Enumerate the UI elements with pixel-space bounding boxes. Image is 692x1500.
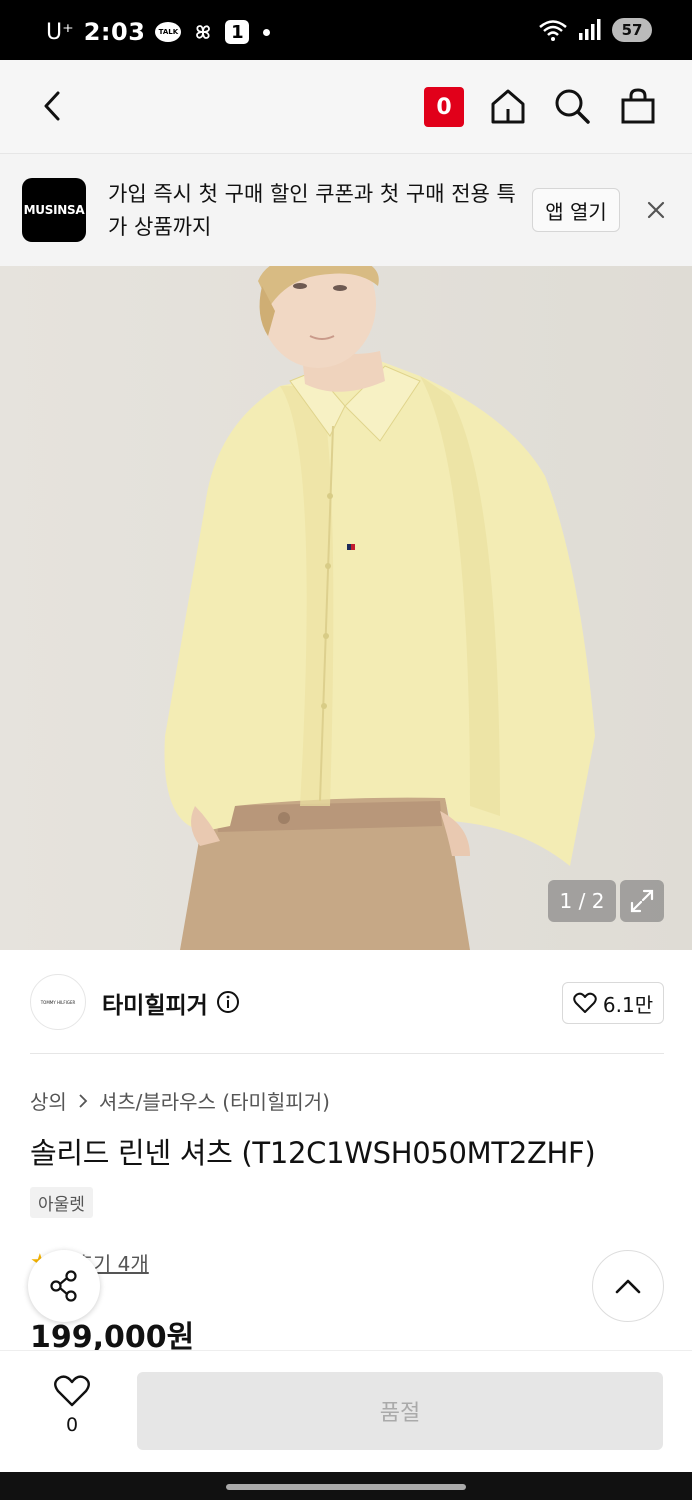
signal-icon — [579, 19, 601, 40]
brand-like-button[interactable]: 6.1만 — [562, 982, 664, 1024]
brand-name[interactable]: 타미힐피거 — [102, 986, 208, 1020]
expand-icon — [630, 889, 654, 913]
bag-icon — [621, 88, 655, 124]
brand-info-button[interactable] — [216, 990, 240, 1018]
sold-out-button[interactable]: 품절 — [137, 1372, 663, 1450]
share-button[interactable] — [28, 1250, 100, 1322]
model-photo — [0, 266, 692, 950]
breadcrumb-category[interactable]: 상의 — [30, 1086, 67, 1115]
back-icon — [44, 91, 60, 121]
kakaotalk-icon: TALK — [155, 22, 182, 42]
search-icon — [555, 89, 590, 124]
home-gesture-handle[interactable] — [226, 1484, 466, 1490]
notification-badge: 1 — [225, 20, 250, 44]
image-counter: 1 / 2 — [548, 880, 616, 922]
system-nav-bar — [0, 1472, 692, 1500]
scroll-top-button[interactable] — [592, 1250, 664, 1322]
musinsa-logo: MUSINSA — [22, 178, 86, 242]
clock: 2:03 — [83, 18, 146, 46]
notification-dot-icon — [263, 28, 271, 36]
brand-like-count: 6.1만 — [602, 992, 654, 1017]
back-button[interactable] — [30, 84, 74, 128]
cart-count-badge[interactable]: 0 — [424, 87, 464, 127]
search-button[interactable] — [551, 85, 593, 127]
bag-button[interactable] — [617, 85, 659, 127]
share-icon — [50, 1270, 77, 1302]
product-title: 솔리드 린넨 셔츠 (T12C1WSH050MT2ZHF) — [30, 1136, 596, 1170]
open-app-button[interactable]: 앱 열기 — [532, 188, 620, 232]
top-header: 0 — [0, 60, 692, 154]
breadcrumb: 상의 셔츠/블라우스 (타미힐피거) — [30, 1086, 330, 1115]
heart-icon — [573, 992, 597, 1013]
home-button[interactable] — [487, 85, 529, 127]
expand-image-button[interactable] — [620, 880, 664, 922]
banner-close-button[interactable] — [638, 192, 674, 232]
outlet-tag: 아울렛 — [30, 1187, 93, 1218]
chevron-up-icon — [615, 1279, 641, 1294]
breadcrumb-subcategory[interactable]: 셔츠/블라우스 (타미힐피거) — [99, 1086, 330, 1115]
wishlist-count: 0 — [65, 1414, 79, 1436]
wishlist-button[interactable]: 0 — [44, 1374, 100, 1436]
brand-logo[interactable]: TOMMY HILFIGER — [30, 974, 86, 1030]
product-image[interactable] — [0, 266, 692, 950]
pinwheel-icon — [196, 25, 211, 39]
heart-icon — [54, 1375, 90, 1407]
chevron-right-icon — [79, 1093, 88, 1108]
battery-indicator: 57 — [612, 18, 652, 42]
wifi-icon — [539, 20, 567, 41]
divider — [30, 1053, 664, 1054]
info-icon — [217, 991, 239, 1013]
status-bar: U⁺ 2:03 TALK 1 57 — [0, 0, 692, 60]
banner-message: 가입 즉시 첫 구매 할인 쿠폰과 첫 구매 전용 특가 상품까지 — [108, 182, 516, 239]
close-icon — [647, 201, 665, 219]
app-promo-banner[interactable]: MUSINSA 가입 즉시 첫 구매 할인 쿠폰과 첫 구매 전용 특가 상품까… — [0, 154, 692, 266]
home-icon — [491, 89, 525, 124]
carrier-label: U⁺ — [46, 19, 74, 45]
